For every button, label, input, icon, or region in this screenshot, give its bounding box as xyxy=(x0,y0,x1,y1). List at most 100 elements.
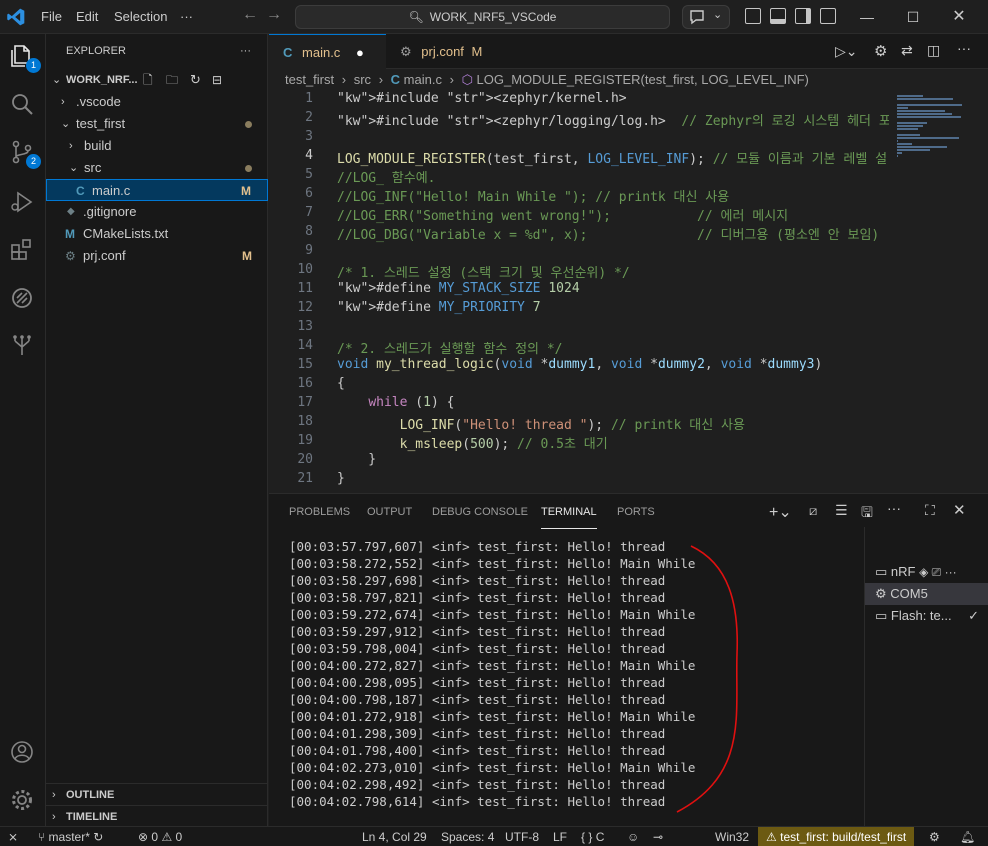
new-folder-icon[interactable]: 🗀︎ xyxy=(166,69,178,91)
explorer-sidebar: EXPLORER ··· ⌄ WORK_NRF... 🗋︎ 🗀︎ ↻ ⊟ › .… xyxy=(46,34,268,826)
menu-selection[interactable]: Selection xyxy=(114,0,167,34)
run-build-icon[interactable]: ▷⌄ xyxy=(835,43,858,60)
terminal-label: nRF xyxy=(890,564,916,579)
split-editor-icon[interactable]: ◫ xyxy=(927,42,940,59)
explorer-title: EXPLORER xyxy=(66,45,126,57)
minimap[interactable] xyxy=(889,91,988,491)
more-actions-icon[interactable]: ··· xyxy=(240,34,251,69)
remote-icon[interactable]: ⨯ xyxy=(8,827,18,846)
forward-arrow-icon[interactable]: → xyxy=(266,6,282,24)
line-number: 20 xyxy=(297,452,313,467)
terminal-icon: ▭ xyxy=(875,564,888,579)
code-line: LOG_MODULE_REGISTER(test_first, LOG_LEVE… xyxy=(337,152,888,167)
breadcrumb-item[interactable]: LOG_MODULE_REGISTER(test_first, LOG_LEVE… xyxy=(477,72,809,87)
notifications-bell-icon[interactable]: 🔔︎ xyxy=(960,827,975,846)
platform[interactable]: Win32 xyxy=(715,827,749,846)
gitignore-file-icon: ◆ xyxy=(67,206,75,217)
tree-item-build[interactable]: › build xyxy=(46,135,268,157)
copilot-button[interactable]: ⌄ xyxy=(682,5,730,29)
terminal-line: [00:04:00.298,095] <inf> test_first: Hel… xyxy=(289,675,666,690)
cursor-position[interactable]: Ln 4, Col 29 xyxy=(362,827,427,846)
terminal-output[interactable]: [00:03:57.797,607] <inf> test_first: Hel… xyxy=(289,538,695,810)
copilot-icon[interactable]: ☺ xyxy=(627,827,639,846)
toggle-secondary-sidebar-icon[interactable] xyxy=(795,8,811,24)
explorer-icon[interactable]: 1 xyxy=(9,43,41,73)
tab-output[interactable]: OUTPUT xyxy=(367,494,412,529)
new-terminal-icon[interactable]: +⌄ xyxy=(769,502,792,522)
terminal-item-nrf[interactable]: ▭ nRF ◈ ⎚ ··· xyxy=(865,561,988,583)
device-tree-icon[interactable] xyxy=(9,333,37,361)
tree-item-gitignore[interactable]: ◆ .gitignore xyxy=(46,201,268,223)
tree-item-src[interactable]: ⌄ src xyxy=(46,157,268,179)
source-control-icon[interactable]: 2 xyxy=(9,139,41,169)
tree-item-cmakelists[interactable]: M CMakeLists.txt xyxy=(46,223,268,245)
timeline-section[interactable]: › TIMELINE xyxy=(46,805,268,827)
more-actions-icon[interactable]: ··· xyxy=(887,500,901,516)
terminal-item-flash[interactable]: ▭ Flash: te... ✓ xyxy=(865,605,988,627)
search-icon[interactable] xyxy=(9,91,37,119)
debug-gear-icon[interactable]: ⚙ xyxy=(929,827,940,846)
split-terminal-icon[interactable]: ⧄ xyxy=(809,503,817,519)
close-panel-icon[interactable]: ✕ xyxy=(953,501,966,519)
tab-terminal[interactable]: TERMINAL xyxy=(541,494,597,529)
minimize-button[interactable]: — xyxy=(844,0,890,34)
line-number: 17 xyxy=(297,395,313,410)
encoding[interactable]: UTF-8 xyxy=(505,827,539,846)
command-center-search[interactable]: 🔍︎ WORK_NRF5_VSCode xyxy=(295,5,670,29)
line-number: 8 xyxy=(305,224,313,239)
tree-item-test-first[interactable]: ⌄ test_first xyxy=(46,113,268,135)
compare-icon[interactable]: ⇄ xyxy=(901,42,913,59)
c-cpp-status-icon[interactable]: ⊸ xyxy=(653,827,663,846)
tree-item-prj-conf[interactable]: ⚙ prj.conf M xyxy=(46,245,268,267)
close-button[interactable]: ✕ xyxy=(936,0,982,34)
new-file-icon[interactable]: 🗋︎ xyxy=(143,69,153,91)
settings-gear-icon[interactable] xyxy=(9,787,37,815)
indentation[interactable]: Spaces: 4 xyxy=(441,827,494,846)
minimap-line xyxy=(897,98,953,100)
nrf-connect-icon[interactable] xyxy=(9,285,37,313)
menu-more[interactable]: ··· xyxy=(180,0,193,34)
branch-item[interactable]: ⑂ master* ↻ xyxy=(38,827,103,846)
collapse-all-icon[interactable]: ⊟ xyxy=(212,69,222,91)
save-icon[interactable]: 🖫︎ xyxy=(861,502,873,526)
language-mode[interactable]: { } C xyxy=(581,827,604,846)
tab-ports[interactable]: PORTS xyxy=(617,494,655,529)
terminal-line: [00:04:02.273,010] <inf> test_first: Hel… xyxy=(289,760,696,775)
outline-section[interactable]: › OUTLINE xyxy=(46,783,268,805)
tab-main-c[interactable]: C main.c ● xyxy=(269,34,386,69)
terminal-item-com5[interactable]: ⚙ COM5 xyxy=(865,583,988,605)
clear-terminal-icon[interactable]: ☰ xyxy=(835,502,848,519)
build-config[interactable]: ⚠ test_first: build/test_first xyxy=(758,827,915,846)
refresh-icon[interactable]: ↻ xyxy=(190,69,201,91)
terminal-line: [00:03:59.297,912] <inf> test_first: Hel… xyxy=(289,624,666,639)
customize-layout-icon[interactable] xyxy=(820,8,836,24)
tab-prj-conf[interactable]: ⚙ prj.conf M xyxy=(386,34,514,69)
tab-debug-console[interactable]: DEBUG CONSOLE xyxy=(432,494,528,529)
extensions-icon[interactable] xyxy=(9,237,37,265)
tab-label: prj.conf xyxy=(421,44,464,59)
breadcrumb-item[interactable]: src xyxy=(354,72,371,87)
more-actions-icon[interactable]: ··· xyxy=(957,40,971,56)
maximize-panel-icon[interactable]: ⛶ xyxy=(925,502,935,519)
toggle-primary-sidebar-icon[interactable] xyxy=(745,8,761,24)
problems-item[interactable]: ⊗ 0 ⚠ 0 xyxy=(138,827,182,846)
toggle-panel-icon[interactable] xyxy=(770,8,786,24)
unsaved-dot-icon[interactable]: ● xyxy=(356,45,364,60)
maximize-button[interactable]: ☐ xyxy=(890,0,936,34)
menu-edit[interactable]: Edit xyxy=(76,0,98,34)
end-of-line[interactable]: LF xyxy=(553,827,567,846)
code-editor[interactable]: 1 "kw">#include "str"><zephyr/kernel.h> 2 "… xyxy=(269,91,889,491)
tab-problems[interactable]: PROBLEMS xyxy=(289,494,350,529)
nrf-actions-gear-icon[interactable]: ⚙ xyxy=(874,42,887,60)
tree-item-vscode[interactable]: › .vscode xyxy=(46,91,268,113)
tree-item-label: CMakeLists.txt xyxy=(83,226,169,241)
back-arrow-icon[interactable]: ← xyxy=(242,6,258,24)
breadcrumb-item[interactable]: main.c xyxy=(404,72,442,87)
account-icon[interactable] xyxy=(9,739,37,767)
workspace-root[interactable]: ⌄ WORK_NRF... 🗋︎ 🗀︎ ↻ ⊟ xyxy=(46,69,268,91)
breadcrumb-item[interactable]: test_first xyxy=(285,72,334,87)
tree-item-main-c[interactable]: C main.c M xyxy=(46,179,268,201)
run-debug-icon[interactable] xyxy=(9,189,37,217)
line-number: 14 xyxy=(297,338,313,353)
menu-file[interactable]: File xyxy=(41,0,62,34)
